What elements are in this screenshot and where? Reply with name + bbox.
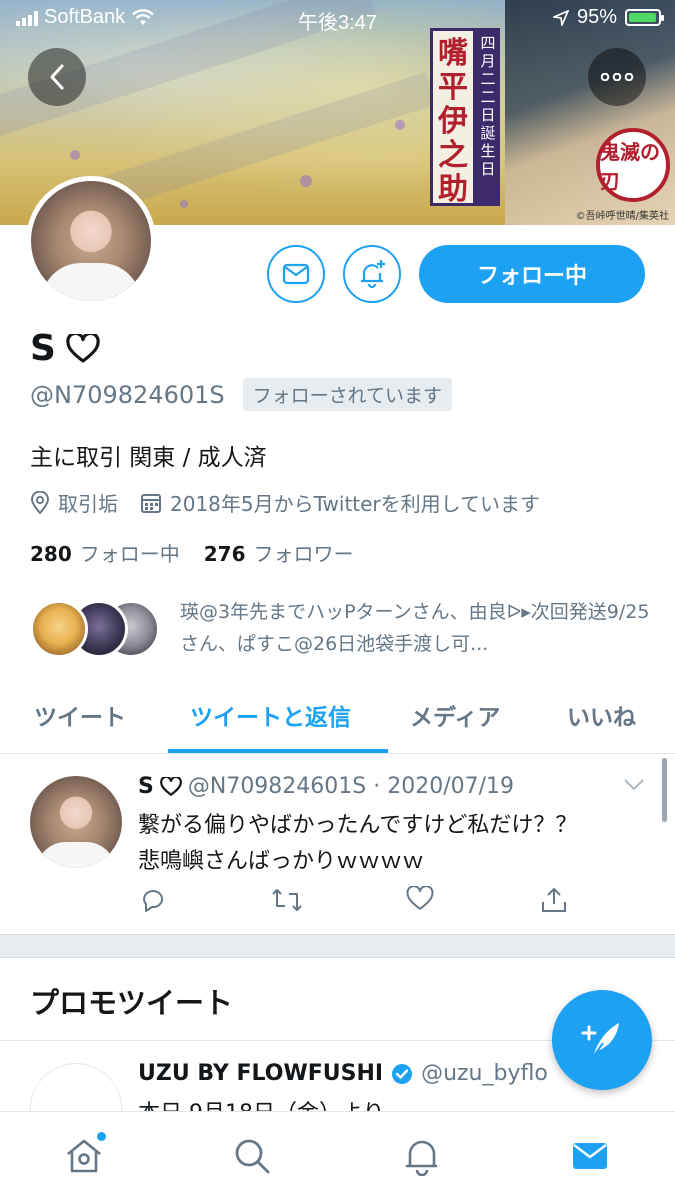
tab-likes[interactable]: いいね [567,698,636,732]
envelope-icon [282,263,310,285]
tweet[interactable]: S @N709824601S · 2020/07/19 繋がる偏りやばかったんで… [0,754,675,934]
joined-item: 2018年5月からTwitterを利用しています [140,488,540,517]
handle-row: @N709824601S フォローされています [30,378,453,411]
home-icon [67,1139,101,1173]
display-name: S [30,328,56,369]
bell-icon [405,1140,437,1177]
like-heart-icon[interactable] [406,886,434,912]
promoted-author-name: UZU BY FLOWFUSHI [138,1061,384,1086]
profile-meta: 取引垢 2018年5月からTwitterを利用しています [30,488,540,517]
promoted-section-title: プロモツイート [30,986,234,1020]
scroll-indicator [662,758,667,822]
battery-percent: 95% [576,6,617,28]
more-dots-icon [600,73,634,81]
profile-name: S [30,328,100,369]
promoted-author-handle: @uzu_byflo [421,1061,548,1086]
banner-date-label: 四 月 二 二 日 誕 生 日 [476,28,500,206]
following-button[interactable]: フォロー中 [419,245,645,303]
verified-badge-icon [392,1063,413,1084]
chevron-left-icon [50,64,64,90]
message-button[interactable] [267,245,325,303]
search-icon [235,1139,270,1174]
tweet-author-name: S [138,774,154,799]
location-pin-icon [30,490,50,515]
tweet-text: 繋がる偏りやばかったんですけど私だけ？？ 悲鳴嶼さんばっかりｗｗｗｗ [138,813,578,874]
follows-you-badge: フォローされています [242,378,453,411]
promoted-avatar[interactable]: UZU [30,1063,122,1111]
status-bar: SoftBank 午後3:47 95% [0,0,675,40]
compose-quill-icon [581,1023,619,1058]
tab-search[interactable] [232,1136,272,1180]
location-item: 取引垢 [30,488,118,517]
notification-subscribe-button[interactable] [343,245,401,303]
tweet-handle-date: @N709824601S · 2020/07/19 [187,774,515,799]
bottom-tab-bar [0,1111,675,1200]
location-arrow-icon [552,9,569,26]
tab-home[interactable] [64,1132,106,1180]
location-text: 取引垢 [58,492,118,516]
profile-avatar[interactable] [26,176,156,306]
promoted-tweet-header: UZU BY FLOWFUSHI @uzu_byflo [138,1061,548,1086]
section-separator [0,934,675,958]
heart-outline-icon [66,333,100,363]
chevron-down-icon[interactable] [623,778,645,792]
tab-notifications[interactable] [402,1136,442,1180]
follow-counts: 280 フォロー中 276 フォロワー [30,538,354,567]
banner-character-title: 嘴 平 伊 之 助 [430,28,476,207]
share-icon[interactable] [540,886,568,914]
tab-messages[interactable] [570,1136,610,1180]
reply-icon[interactable] [138,886,166,914]
calendar-icon [141,493,161,513]
promoted-tweet-text: 本日 9月18日（金）より [138,1095,385,1111]
compose-tweet-button[interactable] [552,990,652,1090]
bell-plus-icon [361,260,385,289]
tweet-actions [138,886,578,920]
joined-text: 2018年5月からTwitterを利用しています [170,492,541,516]
followers-count-link[interactable]: 276 フォロワー [204,538,354,567]
tweet-avatar[interactable] [30,776,122,868]
envelope-filled-icon [573,1143,607,1169]
active-tab-indicator [168,749,388,753]
profile-handle: @N709824601S [30,380,225,409]
known-followers-text: 瑛@3年先までハッPターンさん、由良ᐅ▸次回発送9/25さん、ぱすこ@26日池袋… [180,601,650,655]
retweet-icon[interactable] [271,886,303,914]
tab-tweets-and-replies[interactable]: ツイートと返信 [190,698,351,732]
tweet-header: S @N709824601S · 2020/07/19 [138,774,514,799]
known-followers[interactable]: 瑛@3年先までハッPターンさん、由良ᐅ▸次回発送9/25さん、ぱすこ@26日池袋… [30,596,650,664]
known-followers-avatars [30,600,160,660]
tab-media[interactable]: メディア [410,698,500,732]
more-button[interactable] [588,48,646,106]
banner-copyright: ©吾峠呼世晴/集英社 [575,211,669,222]
tab-tweets[interactable]: ツイート [34,698,126,732]
banner-logo: 鬼滅の刃 [596,128,670,202]
home-notification-dot [97,1132,106,1141]
following-count-link[interactable]: 280 フォロー中 [30,538,180,567]
battery-icon [625,9,664,26]
heart-outline-icon [160,776,182,796]
profile-bio: 主に取引 関東 / 成人済 [30,445,267,471]
back-button[interactable] [28,48,86,106]
profile-tabs: ツイート ツイートと返信 メディア いいね [0,688,675,754]
